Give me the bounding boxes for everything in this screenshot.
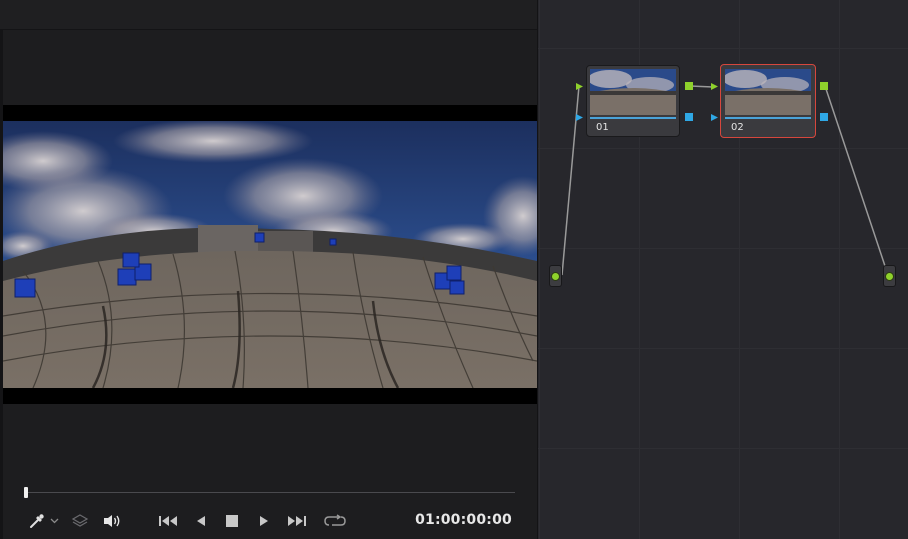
node-01-alpha-output-port[interactable] [685,113,693,121]
eyedropper-icon [28,512,46,530]
node-02-alpha-input-port[interactable] [710,113,719,122]
stop-icon [226,515,238,527]
speaker-icon [102,513,122,529]
skip-to-end-button[interactable] [284,511,308,531]
node-editor[interactable]: 01 02 [538,0,908,539]
chevron-down-icon [50,518,59,524]
play-icon [258,514,270,528]
node-01-alpha-input-port[interactable] [575,113,584,122]
node-02-alpha-output-port[interactable] [820,113,828,121]
play-reverse-icon [195,514,207,528]
audio-button[interactable] [101,511,123,531]
scrubber-track[interactable] [25,492,515,493]
node-01[interactable]: 01 [586,65,680,137]
source-node[interactable] [549,265,562,287]
node-01-rgb-output-port[interactable] [685,82,693,90]
connection-02-to-output [824,85,889,276]
loop-button[interactable] [323,511,347,531]
picker-dropdown[interactable] [25,511,61,531]
video-frame[interactable] [3,105,537,404]
viewer-panel: 01:00:00:00 [0,0,538,539]
source-output-port[interactable] [551,271,560,281]
transport-bar: 01:00:00:00 [3,479,537,539]
skip-to-start-icon [158,514,180,528]
skip-to-start-button[interactable] [157,511,181,531]
output-node[interactable] [883,265,896,287]
output-input-port[interactable] [885,271,894,281]
loop-icon [324,514,346,528]
timecode: 01:00:00:00 [415,512,512,528]
play-button[interactable] [254,511,274,531]
playhead[interactable] [24,487,28,498]
node-01-status-bar [590,117,676,119]
viewer-header [0,0,537,30]
stop-button[interactable] [222,511,242,531]
node-01-thumbnail [590,69,676,115]
play-reverse-button[interactable] [191,511,211,531]
skip-to-end-icon [285,514,307,528]
node-02-rgb-output-port[interactable] [820,82,828,90]
layers-icon [71,513,89,529]
node-02-status-bar [725,117,811,119]
video-preview-image [3,121,537,388]
node-01-rgb-input-port[interactable] [575,82,584,91]
node-02-label: 02 [731,122,744,133]
node-02[interactable]: 02 [720,64,816,138]
layers-button[interactable] [69,511,91,531]
node-01-label: 01 [596,122,609,133]
node-02-thumbnail [725,69,811,115]
node-02-rgb-input-port[interactable] [710,82,719,91]
